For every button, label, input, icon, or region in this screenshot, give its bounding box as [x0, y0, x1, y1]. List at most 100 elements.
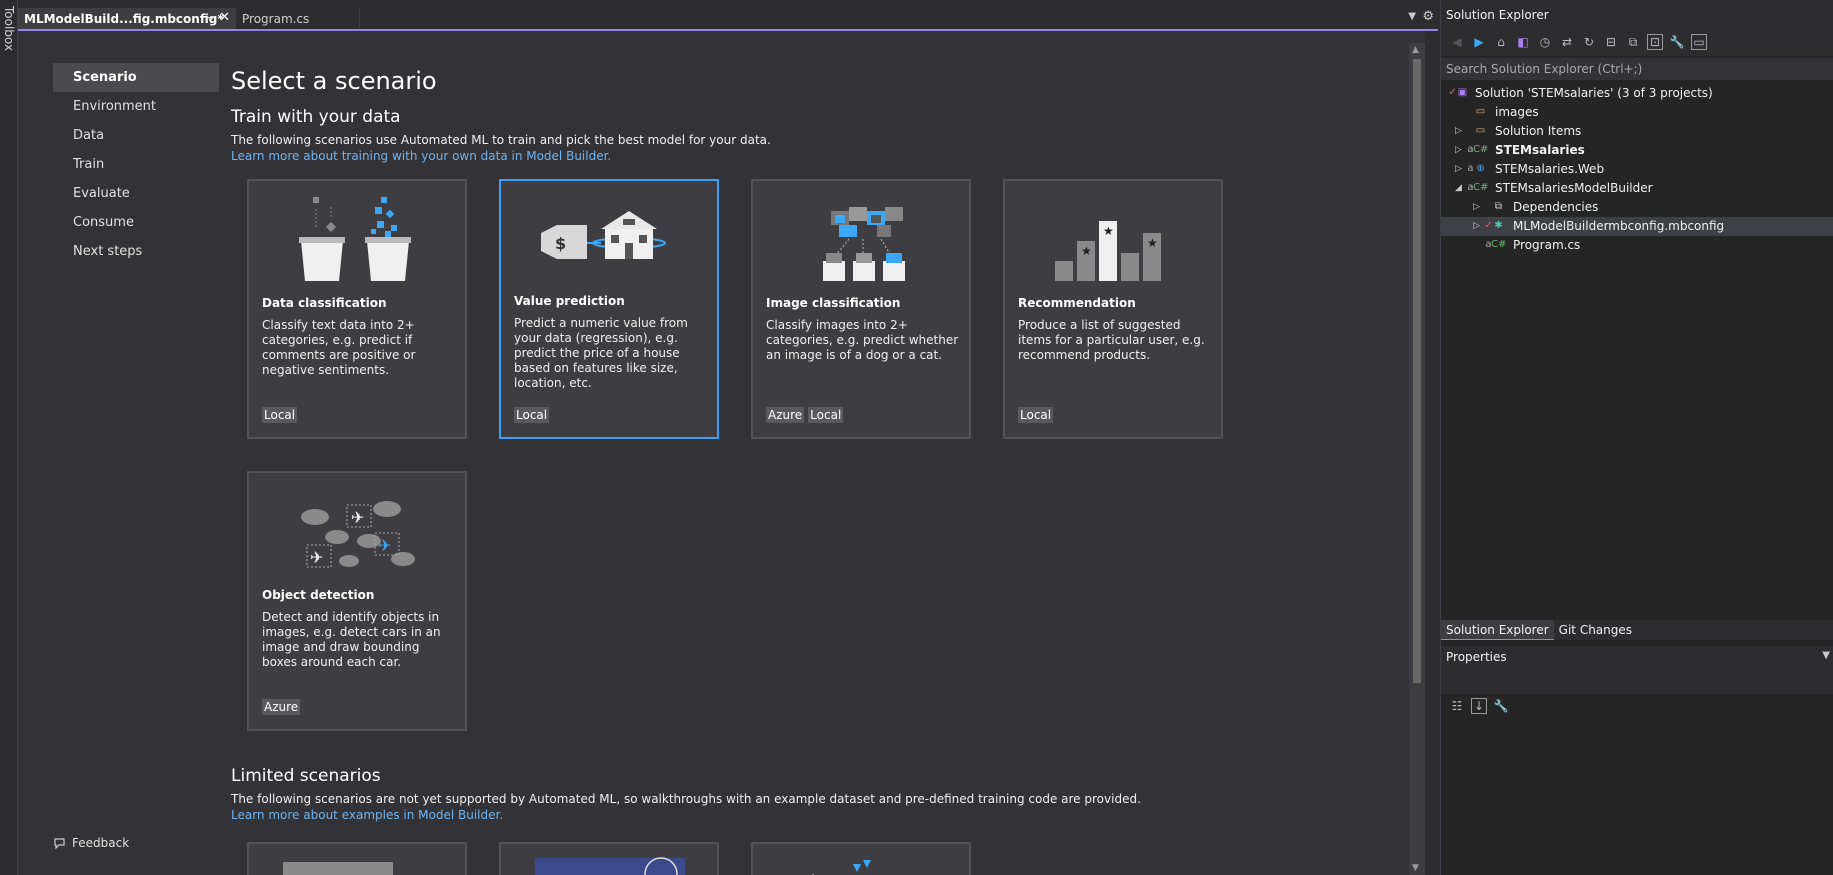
- refresh-icon[interactable]: ↻: [1581, 34, 1597, 50]
- csharp-project-icon: C#: [1473, 144, 1489, 155]
- tab-list-dropdown-icon[interactable]: ▼: [1408, 11, 1416, 22]
- limited-description: The following scenarios are not yet supp…: [231, 792, 1141, 806]
- toolbox-label[interactable]: Toolbox: [2, 6, 16, 51]
- tag-local: Local: [262, 407, 298, 423]
- tag-azure: Azure: [262, 699, 301, 715]
- nav-item-consume[interactable]: Consume: [53, 208, 219, 237]
- tree-item-dependencies[interactable]: ▷ ⧉ Dependencies: [1441, 198, 1833, 217]
- collapse-all-icon[interactable]: ⊟: [1603, 34, 1619, 50]
- back-icon[interactable]: ◀: [1449, 34, 1465, 50]
- limited-card-illustration: [812, 860, 871, 875]
- tree-item-modelbuilder[interactable]: ◢ a C# STEMsalariesModelBuilder: [1441, 179, 1833, 198]
- limited-learn-more-link[interactable]: Learn more about examples in Model Build…: [231, 808, 1411, 822]
- home-icon[interactable]: ⌂: [1493, 34, 1509, 50]
- switch-views-icon[interactable]: ◧: [1515, 34, 1531, 50]
- solution-icon: ▣: [1457, 87, 1468, 98]
- card-value-prediction[interactable]: $ Value prediction Predict a numeric val…: [499, 179, 719, 439]
- folder-icon: ▭: [1475, 125, 1486, 136]
- scenario-content: Select a scenario Train with your data T…: [231, 59, 1411, 163]
- tag-local: Local: [808, 407, 844, 423]
- gear-icon[interactable]: ⚙: [1422, 9, 1434, 24]
- svg-text:✈: ✈: [351, 508, 364, 527]
- card-recommendation[interactable]: ★ ★ ★ Recommendation Produce a list of s…: [1003, 179, 1223, 439]
- tab-program-cs[interactable]: Program.cs: [236, 8, 360, 29]
- nav-item-data[interactable]: Data: [53, 121, 219, 150]
- tree-item-solution-items[interactable]: ▷ ▭ Solution Items: [1441, 122, 1833, 141]
- svg-text:★: ★: [1081, 244, 1092, 258]
- solution-tree: ✓ ▣ Solution 'STEMsalaries' (3 of 3 proj…: [1441, 80, 1833, 255]
- limited-scenarios-section: Limited scenarios The following scenario…: [231, 766, 1411, 822]
- tree-item-label: Program.cs: [1513, 238, 1581, 252]
- tree-item-stemsalaries[interactable]: ▷ a C# STEMsalaries: [1441, 141, 1833, 160]
- toolbox-strip[interactable]: Toolbox: [0, 0, 18, 875]
- solution-explorer-bottom-tabs: Solution Explorer Git Changes: [1441, 620, 1833, 640]
- limited-heading: Limited scenarios: [231, 766, 381, 786]
- document-tab-bar: MLModelBuild...fig.mbconfig* ⊸ ✕ Program…: [18, 8, 1438, 31]
- show-all-files-icon[interactable]: ⧉: [1625, 34, 1641, 50]
- tree-item-label: MLModelBuildermbconfig.mbconfig: [1513, 219, 1725, 233]
- sync-icon[interactable]: ⇄: [1559, 34, 1575, 50]
- image-grid-illustration: [823, 207, 905, 281]
- nav-item-environment[interactable]: Environment: [53, 92, 219, 121]
- solution-explorer-search-input[interactable]: Search Solution Explorer (Ctrl+;): [1441, 58, 1833, 80]
- tree-item-images[interactable]: ▭ images: [1441, 103, 1833, 122]
- tree-item-label: STEMsalaries: [1495, 143, 1585, 157]
- tree-item-stemsalaries-web[interactable]: ▷ a ⊕ STEMsalaries.Web: [1441, 160, 1833, 179]
- show-active-document-icon[interactable]: ⊡: [1647, 34, 1663, 50]
- tree-item-label: images: [1495, 105, 1539, 119]
- pending-changes-filter-icon[interactable]: ◷: [1537, 34, 1553, 50]
- card-image-classification[interactable]: Image classification Classify images int…: [751, 179, 971, 439]
- nav-item-train[interactable]: Train: [53, 150, 219, 179]
- folder-icon: ▭: [1475, 106, 1486, 117]
- tree-item-label: Solution Items: [1495, 124, 1582, 138]
- pin-icon[interactable]: ⊸: [205, 11, 214, 24]
- card-description: Detect and identify objects in images, e…: [262, 610, 441, 669]
- expand-icon[interactable]: ▷: [1455, 141, 1462, 160]
- page-title: Select a scenario: [231, 67, 437, 95]
- card-limited-2[interactable]: [499, 842, 719, 875]
- tree-item-mbconfig[interactable]: ▷ ✓ ✱ MLModelBuildermbconfig.mbconfig: [1441, 217, 1833, 236]
- alphabetical-icon[interactable]: ↓: [1471, 698, 1487, 714]
- expand-icon[interactable]: ▷: [1455, 122, 1462, 141]
- mbconfig-icon: ✱: [1494, 220, 1503, 231]
- solution-explorer-toolbar: ◀ ▶ ⌂ ◧ ◷ ⇄ ↻ ⊟ ⧉ ⊡ 🔧 ▭: [1441, 28, 1833, 56]
- tab-solution-explorer[interactable]: Solution Explorer: [1441, 620, 1554, 640]
- nav-item-evaluate[interactable]: Evaluate: [53, 179, 219, 208]
- nav-item-scenario[interactable]: Scenario: [53, 63, 219, 92]
- card-data-classification[interactable]: Data classification Classify text data i…: [247, 179, 467, 439]
- scroll-down-icon[interactable]: ▼: [1412, 863, 1419, 873]
- scroll-up-icon[interactable]: ▲: [1412, 45, 1419, 55]
- nav-item-next-steps[interactable]: Next steps: [53, 237, 219, 266]
- house-price-illustration: $: [541, 211, 666, 259]
- card-object-detection[interactable]: ✈ ✈ ✈ Object detection Detect and identi…: [247, 471, 467, 731]
- card-description: Predict a numeric value from your data (…: [514, 316, 688, 390]
- tree-item-program-cs[interactable]: a C# Program.cs: [1441, 236, 1833, 255]
- forward-icon[interactable]: ▶: [1471, 34, 1487, 50]
- svg-text:✈: ✈: [310, 548, 323, 567]
- collapse-icon[interactable]: ◢: [1455, 179, 1462, 198]
- categorized-icon[interactable]: ☷: [1449, 698, 1465, 714]
- properties-wrench-icon[interactable]: 🔧: [1669, 34, 1685, 50]
- feedback-button[interactable]: Feedback: [53, 836, 129, 850]
- document-vertical-scrollbar[interactable]: ▲ ▼: [1409, 43, 1425, 875]
- property-pages-icon[interactable]: 🔧: [1493, 698, 1509, 714]
- object-detection-illustration: ✈ ✈ ✈: [301, 501, 415, 568]
- card-limited-3[interactable]: [751, 842, 971, 875]
- tree-item-solution[interactable]: ✓ ▣ Solution 'STEMsalaries' (3 of 3 proj…: [1441, 84, 1833, 103]
- tab-git-changes[interactable]: Git Changes: [1554, 620, 1637, 640]
- expand-icon[interactable]: ▷: [1473, 217, 1480, 236]
- card-title: Recommendation: [1018, 296, 1136, 310]
- card-limited-1[interactable]: [247, 842, 467, 875]
- train-learn-more-link[interactable]: Learn more about training with your own …: [231, 149, 1411, 163]
- tab-program-cs-label: Program.cs: [242, 11, 310, 26]
- properties-dropdown-icon[interactable]: ▼: [1822, 650, 1830, 661]
- tab-mbconfig[interactable]: MLModelBuild...fig.mbconfig* ⊸ ✕: [18, 8, 236, 29]
- expand-icon[interactable]: ▷: [1455, 160, 1462, 179]
- close-icon[interactable]: ✕: [219, 10, 230, 25]
- scroll-thumb[interactable]: [1413, 59, 1421, 683]
- card-title: Image classification: [766, 296, 901, 310]
- preview-selected-items-icon[interactable]: ▭: [1691, 34, 1707, 50]
- solution-explorer-title: Solution Explorer: [1441, 0, 1833, 28]
- svg-text:✈: ✈: [378, 536, 391, 555]
- expand-icon[interactable]: ▷: [1473, 198, 1480, 217]
